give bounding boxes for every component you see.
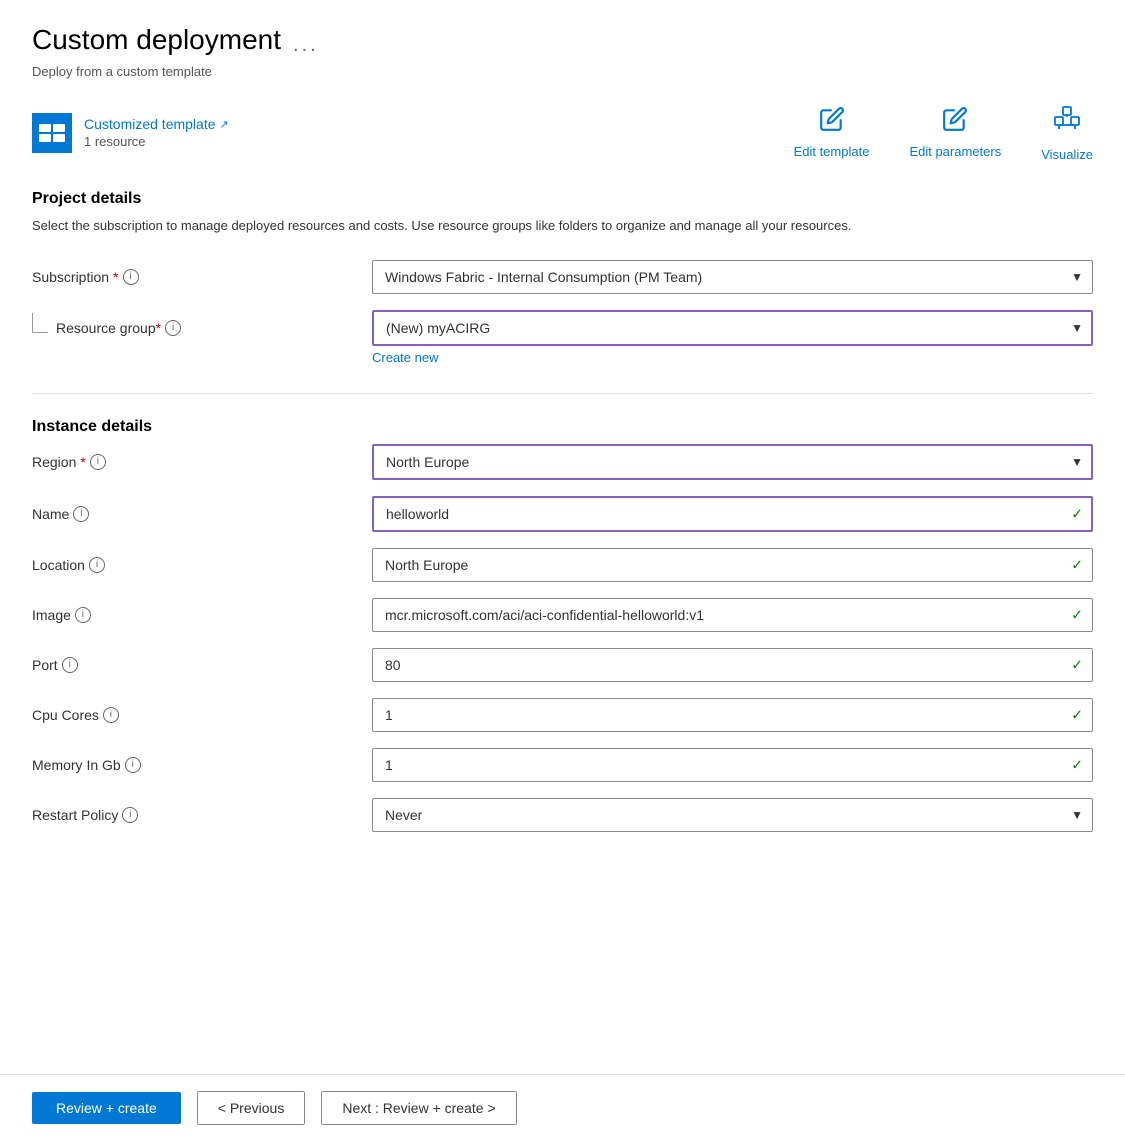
image-info-icon[interactable]: i <box>75 607 91 623</box>
edit-template-action[interactable]: Edit template <box>794 106 870 159</box>
edit-template-label: Edit template <box>794 144 870 159</box>
cpu-cores-label: Cpu Cores i <box>32 707 372 723</box>
region-required: * <box>80 454 85 470</box>
footer-bar: Review + create < Previous Next : Review… <box>0 1074 1125 1141</box>
page-title: Custom deployment <box>32 24 281 56</box>
visualize-action[interactable]: Visualize <box>1041 103 1093 162</box>
subscription-info-icon[interactable]: i <box>123 269 139 285</box>
location-label: Location i <box>32 557 372 573</box>
visualize-label: Visualize <box>1041 147 1093 162</box>
page-title-ellipsis[interactable]: ... <box>293 34 319 57</box>
name-info-icon[interactable]: i <box>73 506 89 522</box>
cpu-cores-select[interactable]: 1 <box>372 698 1093 732</box>
restart-policy-label: Restart Policy i <box>32 807 372 823</box>
restart-policy-select[interactable]: Never <box>372 798 1093 832</box>
page-subtitle: Deploy from a custom template <box>32 64 1093 79</box>
create-new-link[interactable]: Create new <box>372 350 438 365</box>
resource-group-info-icon[interactable]: i <box>165 320 181 336</box>
external-link-icon: ↗ <box>220 118 229 131</box>
memory-in-gb-label: Memory In Gb i <box>32 757 372 773</box>
port-info-icon[interactable]: i <box>62 657 78 673</box>
location-select[interactable]: North Europe <box>372 548 1093 582</box>
name-label: Name i <box>32 506 372 522</box>
image-select[interactable]: mcr.microsoft.com/aci/aci-confidential-h… <box>372 598 1093 632</box>
instance-details-title: Instance details <box>32 418 1093 436</box>
region-info-icon[interactable]: i <box>90 454 106 470</box>
image-label: Image i <box>32 607 372 623</box>
previous-button[interactable]: < Previous <box>197 1091 306 1125</box>
region-select[interactable]: North Europe <box>372 444 1093 480</box>
region-label: Region * i <box>32 454 372 470</box>
memory-in-gb-info-icon[interactable]: i <box>125 757 141 773</box>
port-select[interactable]: 80 <box>372 648 1093 682</box>
review-create-button[interactable]: Review + create <box>32 1092 181 1124</box>
cpu-cores-info-icon[interactable]: i <box>103 707 119 723</box>
edit-parameters-action[interactable]: Edit parameters <box>909 106 1001 159</box>
port-label: Port i <box>32 657 372 673</box>
resource-group-select[interactable]: (New) myACIRG <box>372 310 1093 346</box>
project-details-description: Select the subscription to manage deploy… <box>32 216 932 236</box>
subscription-select[interactable]: Windows Fabric - Internal Consumption (P… <box>372 260 1093 294</box>
edit-template-icon <box>819 106 845 138</box>
name-input[interactable] <box>372 496 1093 532</box>
next-button[interactable]: Next : Review + create > <box>321 1091 516 1125</box>
edit-parameters-label: Edit parameters <box>909 144 1001 159</box>
location-info-icon[interactable]: i <box>89 557 105 573</box>
subscription-required: * <box>113 269 118 285</box>
memory-in-gb-select[interactable]: 1 <box>372 748 1093 782</box>
project-details-title: Project details <box>32 190 1093 208</box>
resource-group-required: * <box>156 320 161 336</box>
customized-template-link[interactable]: Customized template ↗ <box>84 116 229 132</box>
edit-parameters-icon <box>942 106 968 138</box>
subscription-label: Subscription * i <box>32 269 372 285</box>
indent-connector <box>32 313 48 333</box>
visualize-icon <box>1051 103 1083 141</box>
resource-count: 1 resource <box>84 134 229 149</box>
restart-policy-info-icon[interactable]: i <box>122 807 138 823</box>
template-icon <box>32 113 72 153</box>
resource-group-label-area: Resource group * i <box>32 310 372 336</box>
